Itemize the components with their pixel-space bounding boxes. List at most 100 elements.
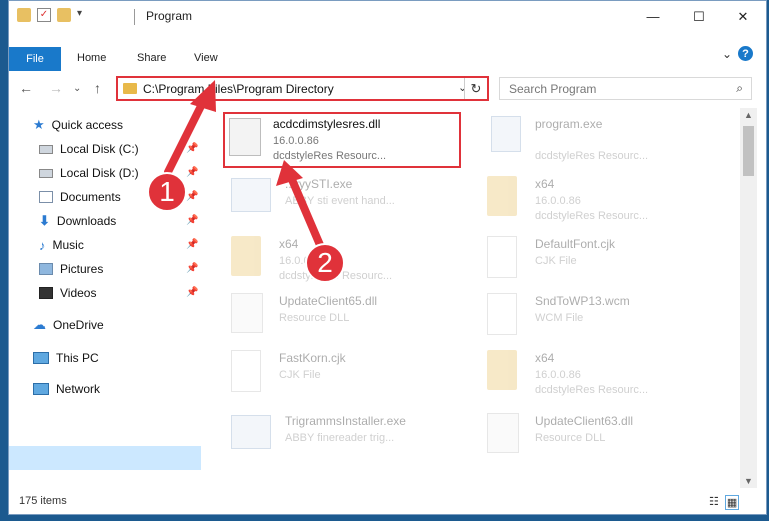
sidebar-item-label: Music: [52, 238, 84, 252]
file-item[interactable]: ...ryySTI.exe ABBY sti event hand...: [231, 174, 471, 226]
sidebar-item-network[interactable]: Network: [33, 378, 100, 400]
new-folder-icon[interactable]: [57, 8, 71, 22]
scroll-up-icon[interactable]: ▲: [744, 110, 753, 120]
sidebar-item-local-disk-d[interactable]: Local Disk (D:): [39, 162, 139, 184]
close-button[interactable]: ✕: [720, 1, 766, 32]
drive-icon: [39, 168, 53, 178]
file-description: dcdstyleRes Resourc...: [535, 384, 649, 396]
file-item[interactable]: x64 16.0.0.86 dcdstyleRes Resourc...: [231, 234, 471, 286]
file-item[interactable]: SndToWP13.wcm WCM File: [487, 291, 727, 343]
address-path[interactable]: C:\Program Files\Program Directory: [143, 82, 334, 96]
scroll-down-icon[interactable]: ▼: [744, 476, 753, 486]
folder-icon: [123, 83, 137, 94]
file-item[interactable]: DefaultFont.cjk CJK File: [487, 234, 727, 286]
search-input[interactable]: Search Program ⌕: [499, 77, 752, 100]
app-file-icon: [491, 116, 521, 152]
sidebar-item-local-disk-c[interactable]: Local Disk (C:): [39, 138, 139, 160]
window-title: Program: [146, 9, 193, 23]
sidebar-item-pictures[interactable]: Pictures: [39, 258, 103, 280]
file-description: ABBY finereader trig...: [285, 432, 395, 444]
ribbon-expand-icon[interactable]: ⌄: [722, 47, 732, 61]
sidebar-item-quick-access[interactable]: ★ Quick access: [33, 114, 123, 136]
file-description: ABBY sti event hand...: [285, 195, 395, 207]
pin-icon: 📌: [186, 167, 199, 178]
folder-icon: [487, 350, 517, 390]
sidebar-item-videos[interactable]: Videos: [39, 282, 96, 304]
item-count: 175 items: [19, 495, 67, 507]
dll-file-icon: [487, 413, 519, 453]
file-type: CJK File: [535, 255, 577, 267]
document-file-icon: [487, 293, 517, 335]
details-view-icon[interactable]: ☷: [709, 495, 719, 510]
file-item-highlighted[interactable]: acdcdimstylesres.dll 16.0.0.86 dcdstyleR…: [223, 112, 461, 168]
file-description: dcdstyleRes Resourc...: [535, 210, 649, 222]
quick-access-toolbar: ✓ ▾: [17, 8, 91, 22]
documents-icon: [39, 191, 53, 203]
vertical-scrollbar[interactable]: ▲ ▼: [740, 108, 757, 488]
pictures-icon: [39, 263, 53, 275]
sidebar-item-onedrive[interactable]: ☁ OneDrive: [33, 314, 104, 336]
maximize-button[interactable]: ☐: [676, 1, 722, 32]
sidebar-item-music[interactable]: ♪ Music: [39, 234, 84, 256]
file-item[interactable]: UpdateClient63.dll Resource DLL: [487, 411, 727, 463]
file-type: CJK File: [279, 369, 321, 381]
scrollbar-thumb[interactable]: [743, 126, 754, 176]
file-description: dcdstyleRes Resourc...: [273, 150, 387, 162]
file-name: x64: [535, 351, 555, 365]
recent-locations-button[interactable]: ⌄: [73, 83, 81, 94]
back-button[interactable]: ←: [19, 80, 33, 96]
tab-home[interactable]: Home: [77, 52, 106, 64]
refresh-button[interactable]: ↻: [464, 78, 487, 99]
app-file-icon: [231, 178, 271, 212]
pin-icon: 📌: [186, 191, 199, 202]
computer-icon: [33, 352, 49, 364]
forward-button[interactable]: →: [49, 80, 63, 96]
file-item[interactable]: x64 16.0.0.86 dcdstyleRes Resourc...: [487, 348, 727, 400]
search-icon[interactable]: ⌕: [736, 81, 743, 96]
dll-file-icon: [229, 118, 261, 156]
sidebar-item-documents[interactable]: Documents: [39, 186, 121, 208]
file-item[interactable]: TrigrammsInstaller.exe ABBY finereader t…: [231, 411, 471, 463]
sidebar-item-label: Downloads: [56, 214, 117, 228]
file-name: DefaultFont.cjk: [535, 237, 616, 251]
up-button[interactable]: ↑: [94, 80, 101, 96]
file-type: Resource DLL: [279, 312, 350, 324]
navigation-pane: ★ Quick access Local Disk (C:) 📌 Local D…: [9, 108, 205, 488]
file-item[interactable]: UpdateClient65.dll Resource DLL: [231, 291, 471, 343]
file-item[interactable]: program.exe dcdstyleRes Resourc...: [487, 114, 727, 166]
sidebar-item-label: Network: [56, 382, 101, 396]
sidebar-item-downloads[interactable]: ⬇ Downloads: [39, 210, 116, 232]
file-name: ...ryySTI.exe: [285, 177, 353, 191]
file-name: x64: [279, 237, 299, 251]
pin-icon: 📌: [186, 287, 199, 298]
sidebar-item-this-pc[interactable]: This PC: [33, 347, 99, 369]
file-description: dcdstyleRes Resourc...: [535, 150, 649, 162]
properties-icon[interactable]: ✓: [37, 8, 51, 22]
downloads-icon: ⬇: [39, 213, 50, 228]
large-icons-view-icon[interactable]: ▦: [724, 495, 740, 510]
file-name: program.exe: [535, 117, 603, 131]
file-name: acdcdimstylesres.dll: [273, 117, 381, 131]
help-icon[interactable]: ?: [738, 46, 753, 61]
address-bar[interactable]: C:\Program Files\Program Directory ⌄ ↻: [116, 76, 489, 101]
file-item[interactable]: FastKorn.cjk CJK File: [231, 348, 471, 400]
tab-file[interactable]: File: [9, 47, 61, 71]
onedrive-icon: ☁: [33, 317, 46, 332]
minimize-button[interactable]: —: [630, 1, 676, 32]
document-file-icon: [231, 350, 261, 392]
network-icon: [33, 383, 49, 395]
folder-icon: [487, 176, 517, 216]
file-type: WCM File: [535, 312, 584, 324]
tab-view[interactable]: View: [194, 52, 218, 64]
customize-toolbar-icon[interactable]: ▾: [77, 8, 91, 22]
file-version: 16.0.0.86: [535, 369, 581, 381]
file-name: UpdateClient65.dll: [279, 294, 378, 308]
folder-icon: [231, 236, 261, 276]
sidebar-item-label: Pictures: [60, 262, 104, 276]
file-version: 16.0.0.86: [535, 195, 581, 207]
dll-file-icon: [231, 293, 263, 333]
tab-share[interactable]: Share: [137, 52, 166, 64]
sidebar-item-label: This PC: [56, 351, 99, 365]
file-name: FastKorn.cjk: [279, 351, 346, 365]
file-item[interactable]: x64 16.0.0.86 dcdstyleRes Resourc...: [487, 174, 727, 226]
